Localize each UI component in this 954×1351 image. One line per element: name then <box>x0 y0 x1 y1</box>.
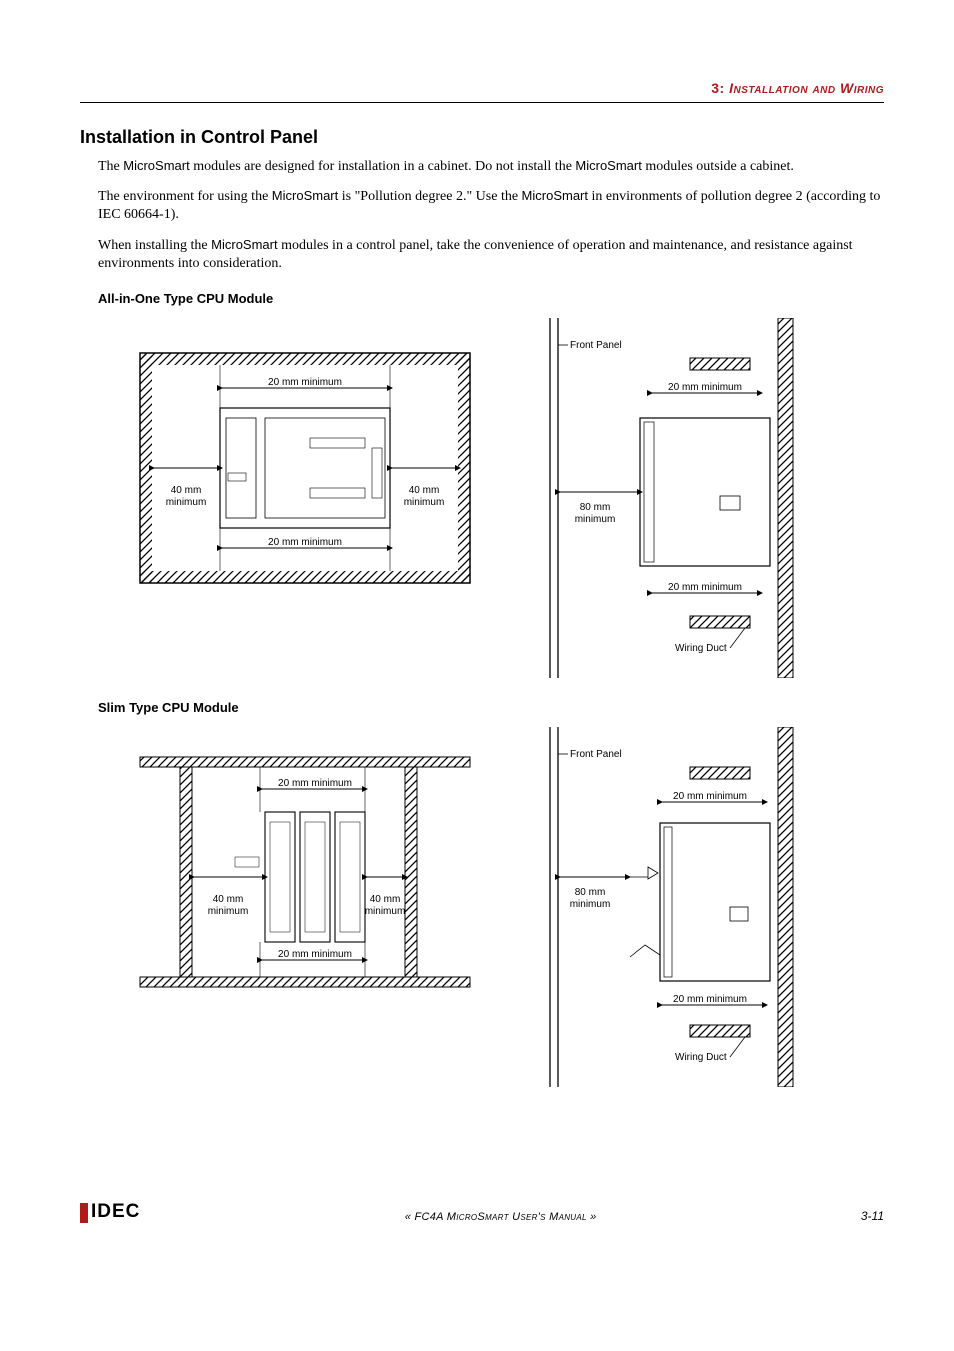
svg-text:Front Panel: Front Panel <box>570 749 622 760</box>
svg-text:20 mm minimum: 20 mm minimum <box>278 778 352 789</box>
svg-text:minimum: minimum <box>575 514 616 525</box>
svg-text:minimum: minimum <box>208 906 249 917</box>
figure-allinone-side: Front Panel 20 mm minimum 20 mm minimum <box>520 318 800 682</box>
svg-text:minimum: minimum <box>365 906 406 917</box>
figure-row-2: 20 mm minimum 20 mm minimum 40 mm minimu… <box>110 727 884 1091</box>
figure-slim-front: 20 mm minimum 20 mm minimum 40 mm minimu… <box>110 727 480 1091</box>
svg-text:40 mm: 40 mm <box>171 485 202 496</box>
svg-text:Front Panel: Front Panel <box>570 340 622 351</box>
svg-text:20 mm minimum: 20 mm minimum <box>668 582 742 593</box>
svg-text:Wiring Duct: Wiring Duct <box>675 643 727 654</box>
page-footer: IDEC « FC4A MicroSmart User's Manual » 3… <box>80 1201 884 1223</box>
svg-text:80 mm: 80 mm <box>575 887 606 898</box>
footer-manual-title: « FC4A MicroSmart User's Manual » <box>140 1211 860 1223</box>
svg-text:20 mm minimum: 20 mm minimum <box>268 377 342 388</box>
figure-slim-side: Front Panel 20 mm minimum 20 mm minimum … <box>520 727 800 1091</box>
svg-text:40 mm: 40 mm <box>409 485 440 496</box>
svg-text:minimum: minimum <box>570 899 611 910</box>
svg-text:80 mm: 80 mm <box>580 502 611 513</box>
svg-text:20 mm minimum: 20 mm minimum <box>268 537 342 548</box>
svg-text:minimum: minimum <box>404 497 445 508</box>
chapter-title: Installation and Wiring <box>729 80 884 96</box>
figure-row-1: 20 mm minimum 20 mm minimum 40 mm minimu… <box>110 318 884 682</box>
section-title: Installation in Control Panel <box>80 127 884 148</box>
svg-text:20 mm minimum: 20 mm minimum <box>673 791 747 802</box>
svg-text:minimum: minimum <box>166 497 207 508</box>
svg-text:40 mm: 40 mm <box>370 894 401 905</box>
svg-text:20 mm minimum: 20 mm minimum <box>673 994 747 1005</box>
svg-text:Wiring Duct: Wiring Duct <box>675 1052 727 1063</box>
svg-text:40 mm: 40 mm <box>213 894 244 905</box>
chapter-heading: 3: Installation and Wiring <box>711 80 884 96</box>
paragraph-2: The environment for using the MicroSmart… <box>98 188 884 224</box>
figure-allinone-front: 20 mm minimum 20 mm minimum 40 mm minimu… <box>110 318 480 682</box>
svg-text:20 mm minimum: 20 mm minimum <box>278 949 352 960</box>
subheading-slim: Slim Type CPU Module <box>98 700 884 715</box>
page-header: 3: Installation and Wiring <box>80 80 884 103</box>
idec-logo: IDEC <box>80 1201 140 1223</box>
svg-text:20 mm minimum: 20 mm minimum <box>668 382 742 393</box>
subheading-allinone: All-in-One Type CPU Module <box>98 291 884 306</box>
page-number: 3-11 <box>861 1209 884 1223</box>
paragraph-1: The MicroSmart modules are designed for … <box>98 158 884 176</box>
paragraph-3: When installing the MicroSmart modules i… <box>98 237 884 273</box>
chapter-number: 3: <box>711 80 724 96</box>
